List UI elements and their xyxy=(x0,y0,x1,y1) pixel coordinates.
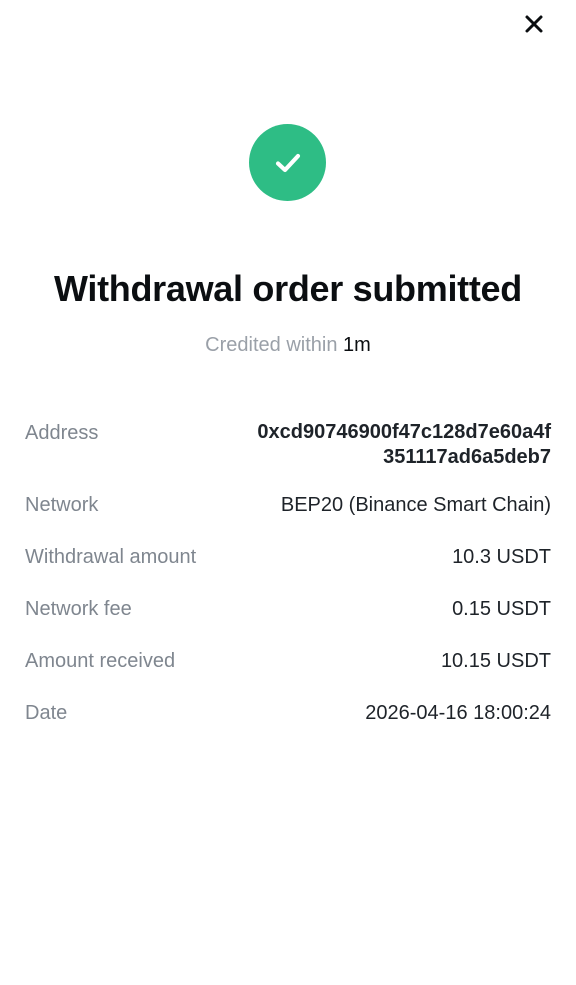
address-value[interactable]: 0xcd90746900f47c128d7e60a4f351117ad6a5de… xyxy=(251,420,551,470)
network-label: Network xyxy=(25,494,99,516)
credited-time: 1m xyxy=(343,334,371,356)
detail-row-withdrawal-amount: Withdrawal amount 10.3 USDT xyxy=(25,544,551,570)
network-fee-value: 0.15 USDT xyxy=(452,598,551,620)
detail-row-network-fee: Network fee 0.15 USDT xyxy=(25,596,551,622)
date-label: Date xyxy=(25,702,68,724)
withdrawal-amount-value: 10.3 USDT xyxy=(452,546,551,568)
address-label: Address xyxy=(25,422,99,444)
withdrawal-amount-label: Withdrawal amount xyxy=(25,546,197,568)
detail-row-address: Address 0xcd90746900f47c128d7e60a4f35111… xyxy=(25,420,551,470)
detail-row-network: Network BEP20 (Binance Smart Chain) xyxy=(25,492,551,518)
success-status-badge xyxy=(249,124,326,201)
amount-received-label: Amount received xyxy=(25,650,176,672)
credited-prefix: Credited within xyxy=(205,334,338,356)
date-value: 2026-04-16 18:00:24 xyxy=(365,702,551,724)
checkmark-icon xyxy=(275,153,300,172)
detail-row-amount-received: Amount received 10.15 USDT xyxy=(25,648,551,674)
close-button[interactable] xyxy=(518,8,550,40)
withdrawal-details: Address 0xcd90746900f47c128d7e60a4f35111… xyxy=(25,420,551,752)
network-fee-label: Network fee xyxy=(25,598,132,620)
amount-received-value: 10.15 USDT xyxy=(440,650,551,672)
page-title: Withdrawal order submitted xyxy=(54,268,522,309)
network-value: BEP20 (Binance Smart Chain) xyxy=(280,494,551,516)
close-icon xyxy=(525,15,543,33)
detail-row-date: Date 2026-04-16 18:00:24 xyxy=(25,700,551,726)
credited-within-text: Credited within 1m xyxy=(0,334,576,357)
